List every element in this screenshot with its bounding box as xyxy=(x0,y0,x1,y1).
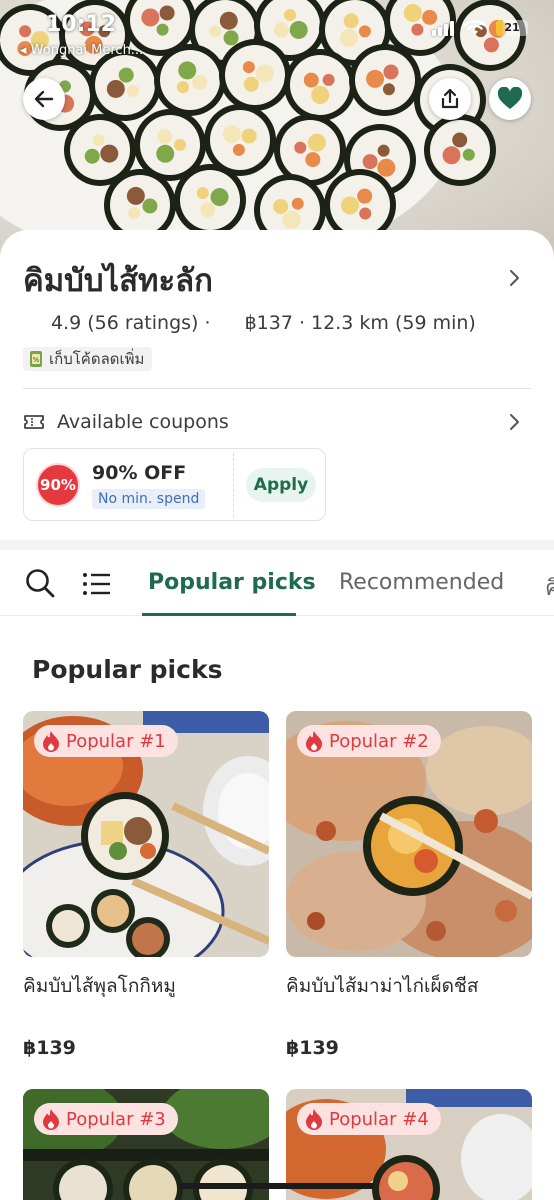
popular-badge-label: Popular #1 xyxy=(66,730,166,752)
rating-row: 4.9 (56 ratings) · ฿137 · 12.3 km (59 min… xyxy=(51,312,482,334)
popular-badge: Popular #2 xyxy=(297,725,441,757)
battery-fill xyxy=(496,20,503,36)
popular-badge: Popular #4 xyxy=(297,1103,441,1135)
wifi-icon xyxy=(464,20,486,35)
signal-icon xyxy=(432,20,454,36)
popular-badge-label: Popular #2 xyxy=(329,730,429,752)
status-back-app[interactable]: ◂ Wongnai Merch... xyxy=(20,43,143,58)
coupon-card[interactable]: 90% 90% OFF No min. spend Apply xyxy=(23,448,326,521)
back-button[interactable] xyxy=(23,78,65,120)
coupon-condition: No min. spend xyxy=(92,489,206,509)
share-icon xyxy=(441,88,459,109)
menu-list-icon[interactable] xyxy=(82,571,112,597)
coupon-separator xyxy=(233,453,234,517)
chevron-right-icon[interactable] xyxy=(508,412,522,432)
status-time: 10:12 xyxy=(46,12,117,37)
arrow-left-icon xyxy=(34,90,54,108)
battery-icon: 21 xyxy=(496,20,528,36)
store-name[interactable]: คิมบับไส้ทะลัก xyxy=(23,255,213,305)
section-separator xyxy=(0,540,554,550)
heart-icon xyxy=(497,87,523,109)
favorite-button[interactable] xyxy=(489,78,531,120)
search-icon[interactable] xyxy=(24,567,56,599)
menu-item-price: ฿139 xyxy=(286,1037,339,1059)
menu-item-card[interactable]: Popular #2 คิมบับไส้มาม่าไก่เผ็ดชีส ฿139 xyxy=(286,711,532,1071)
fire-icon xyxy=(43,1109,59,1130)
menu-item-price: ฿139 xyxy=(23,1037,76,1059)
menu-item-name: คิมบับไส้พุลโกกิหมู xyxy=(23,975,176,997)
tab-popular-picks[interactable]: Popular picks xyxy=(148,570,316,595)
menu-item-name: คิมบับไส้มาม่าไก่เผ็ดชีส xyxy=(286,975,479,997)
tab-recommended[interactable]: Recommended xyxy=(339,570,504,595)
popular-badge: Popular #3 xyxy=(34,1103,178,1135)
rating-value: 4.9 xyxy=(51,312,82,334)
price-distance: ฿137 · 12.3 km (59 min) xyxy=(244,312,476,334)
popular-badge: Popular #1 xyxy=(34,725,178,757)
section-title: Popular picks xyxy=(32,655,223,684)
tab-next-category[interactable]: คิ xyxy=(545,570,554,605)
promo-chip[interactable]: % เก็บโค้ดลดเพิ่ม xyxy=(23,347,153,371)
coupon-code-icon: % xyxy=(30,351,42,367)
fire-icon xyxy=(306,731,322,752)
battery-level: 21 xyxy=(504,21,520,34)
apply-button[interactable]: Apply xyxy=(246,468,316,502)
fire-icon xyxy=(43,731,59,752)
popular-badge-label: Popular #4 xyxy=(329,1108,429,1130)
promo-chip-label: เก็บโค้ดลดเพิ่ม xyxy=(49,350,145,368)
menu-item-card[interactable]: Popular #1 คิมบับไส้พุลโกกิหมู ฿139 xyxy=(23,711,269,1071)
coupon-badge: 90% xyxy=(36,463,80,507)
active-tab-indicator xyxy=(142,613,296,616)
svg-text:%: % xyxy=(33,356,40,364)
category-tabs: Popular picks Recommended คิ xyxy=(0,550,554,616)
status-bar: 10:12 ◂ Wongnai Merch... 21 xyxy=(0,0,554,58)
ratings-count: (56 ratings) · xyxy=(87,312,211,334)
chevron-right-icon[interactable] xyxy=(508,268,522,288)
popular-badge-label: Popular #3 xyxy=(66,1108,166,1130)
status-icons: 21 xyxy=(432,20,528,36)
coupon-title: 90% OFF xyxy=(92,462,187,484)
ticket-icon xyxy=(24,415,44,429)
available-coupons-row[interactable]: Available coupons xyxy=(23,405,531,439)
share-button[interactable] xyxy=(429,78,471,120)
home-indicator[interactable] xyxy=(179,1183,375,1189)
divider xyxy=(23,388,531,389)
fire-icon xyxy=(306,1109,322,1130)
available-coupons-label: Available coupons xyxy=(57,411,229,433)
